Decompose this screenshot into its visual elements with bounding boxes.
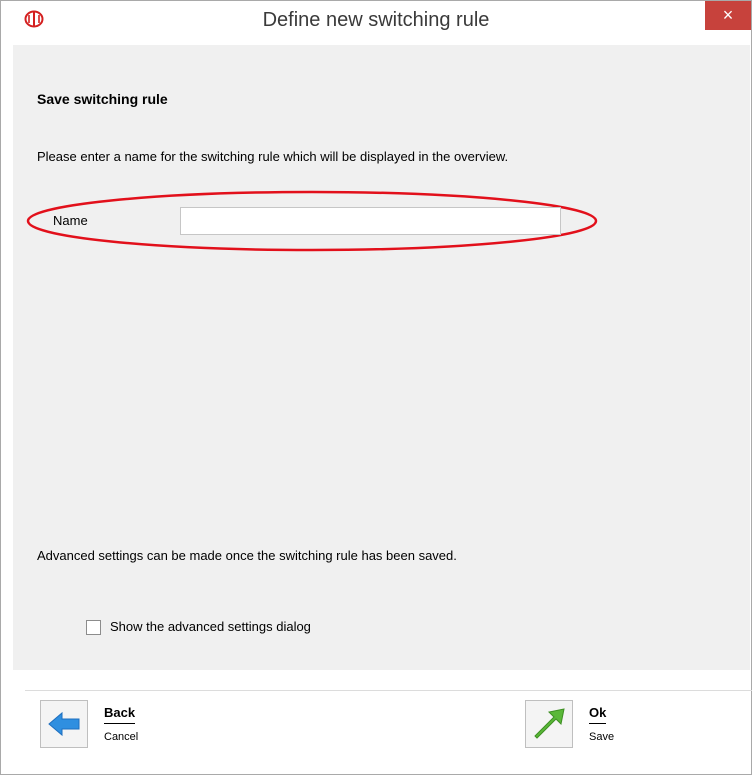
- close-button[interactable]: ×: [705, 1, 751, 30]
- title-bar: Define new switching rule ×: [1, 1, 751, 38]
- back-label[interactable]: Back: [104, 705, 136, 724]
- footer-separator: [25, 690, 752, 691]
- page-heading: Save switching rule: [37, 91, 168, 107]
- cancel-label[interactable]: Cancel: [104, 731, 138, 743]
- advanced-note: Advanced settings can be made once the s…: [37, 548, 457, 563]
- ok-label[interactable]: Ok: [589, 705, 607, 724]
- back-button[interactable]: [40, 700, 88, 748]
- ok-button[interactable]: [525, 700, 573, 748]
- arrow-up-right-icon: [534, 708, 565, 739]
- name-input[interactable]: [180, 207, 561, 235]
- name-label: Name: [53, 213, 88, 228]
- save-label[interactable]: Save: [589, 731, 614, 743]
- description-text: Please enter a name for the switching ru…: [37, 149, 509, 164]
- arrow-left-icon: [48, 711, 80, 737]
- show-advanced-label[interactable]: Show the advanced settings dialog: [110, 619, 311, 634]
- dialog-window: Define new switching rule × Save switchi…: [0, 0, 752, 775]
- show-advanced-checkbox[interactable]: [86, 620, 101, 635]
- dialog-content: Save switching rule Please enter a name …: [13, 45, 752, 748]
- window-title: Define new switching rule: [262, 9, 490, 31]
